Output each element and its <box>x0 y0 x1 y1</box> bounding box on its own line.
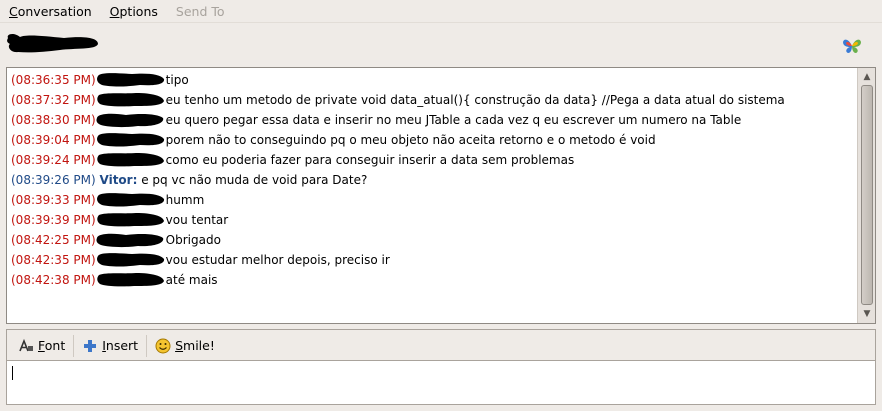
scroll-up-arrow-icon[interactable]: ▲ <box>860 70 874 84</box>
message-timestamp: (08:39:33 PM) <box>11 193 96 207</box>
redacted-sender-name <box>96 190 166 210</box>
message-timestamp: (08:39:39 PM) <box>11 213 96 227</box>
message-text: vou estudar melhor depois, preciso ir <box>165 253 390 267</box>
menu-send-to[interactable]: Send To <box>167 0 234 23</box>
message-line: (08:42:35 PM) vou estudar melhor depois, … <box>7 250 857 270</box>
redacted-buddy-name <box>7 34 98 53</box>
message-text: Obrigado <box>165 233 221 247</box>
message-line: (08:39:26 PM) Vitor: e pq vc não muda de… <box>7 170 857 190</box>
message-line: (08:42:25 PM) Obrigado <box>7 230 857 250</box>
message-text: tipo <box>165 73 189 87</box>
message-text: eu quero pegar essa data e inserir no me… <box>165 113 742 127</box>
message-text: eu tenho um metodo de private void data_… <box>165 93 785 107</box>
message-text: porem não to conseguindo pq o meu objeto… <box>165 133 656 147</box>
scroll-down-arrow-icon[interactable]: ▼ <box>860 307 874 321</box>
message-timestamp: (08:42:35 PM) <box>11 253 96 267</box>
smile-button[interactable]: Smile! <box>150 333 220 359</box>
message-line: (08:39:04 PM) porem não to conseguindo pq… <box>7 130 857 150</box>
format-toolbar: Font Insert Smile! <box>6 329 876 361</box>
message-timestamp: (08:39:04 PM) <box>11 133 96 147</box>
toolbar-separator <box>146 334 148 357</box>
redacted-sender-name <box>96 210 166 230</box>
message-timestamp: (08:42:25 PM) <box>11 233 96 247</box>
text-caret <box>12 366 13 380</box>
message-timestamp: (08:42:38 PM) <box>11 273 96 287</box>
message-sender-self: Vitor: <box>99 173 138 187</box>
redacted-sender-name <box>96 90 166 110</box>
redacted-sender-name <box>96 130 166 150</box>
message-timestamp: (08:36:35 PM) <box>11 73 96 87</box>
message-text: até mais <box>165 273 218 287</box>
insert-button[interactable]: Insert <box>77 333 143 359</box>
menu-conversation[interactable]: Conversation <box>0 0 101 23</box>
redacted-sender-name <box>96 150 166 170</box>
message-timestamp: (08:39:24 PM) <box>11 153 96 167</box>
log-scrollbar[interactable]: ▲ ▼ <box>857 68 875 323</box>
message-text: e pq vc não muda de void para Date? <box>141 173 368 187</box>
message-text: vou tentar <box>165 213 229 227</box>
font-icon <box>18 338 34 354</box>
message-line: (08:39:39 PM) vou tentar <box>7 210 857 230</box>
menu-bar: Conversation Options Send To <box>0 0 882 23</box>
message-line: (08:42:38 PM) até mais <box>7 270 857 290</box>
toolbar-separator <box>73 334 75 357</box>
redacted-sender-name <box>96 270 166 290</box>
butterfly-icon[interactable] <box>842 37 862 55</box>
redacted-sender-name <box>96 230 166 250</box>
message-entry[interactable] <box>6 360 876 405</box>
message-line: (08:36:35 PM) tipo <box>7 70 857 90</box>
message-line: (08:39:24 PM) como eu poderia fazer para … <box>7 150 857 170</box>
message-timestamp: (08:39:26 PM) <box>11 173 96 187</box>
conversation-log-frame: (08:36:35 PM) tipo (08:37:32 PM) eu tenho u… <box>6 67 876 324</box>
font-button[interactable]: Font <box>13 333 70 359</box>
plus-icon <box>82 338 98 354</box>
message-line: (08:37:32 PM) eu tenho um metodo de priva… <box>7 90 857 110</box>
smiley-icon <box>155 338 171 354</box>
redacted-sender-name <box>96 110 166 130</box>
conversation-header <box>0 23 882 67</box>
message-text: como eu poderia fazer para conseguir ins… <box>165 153 575 167</box>
message-line: (08:38:30 PM) eu quero pegar essa data e … <box>7 110 857 130</box>
redacted-sender-name <box>96 250 166 270</box>
message-timestamp: (08:38:30 PM) <box>11 113 96 127</box>
message-line: (08:39:33 PM) humm <box>7 190 857 210</box>
menu-options[interactable]: Options <box>101 0 167 23</box>
scrollbar-thumb[interactable] <box>861 85 873 305</box>
redacted-sender-name <box>96 70 166 90</box>
conversation-log[interactable]: (08:36:35 PM) tipo (08:37:32 PM) eu tenho u… <box>7 68 857 323</box>
message-timestamp: (08:37:32 PM) <box>11 93 96 107</box>
message-text: humm <box>165 193 205 207</box>
